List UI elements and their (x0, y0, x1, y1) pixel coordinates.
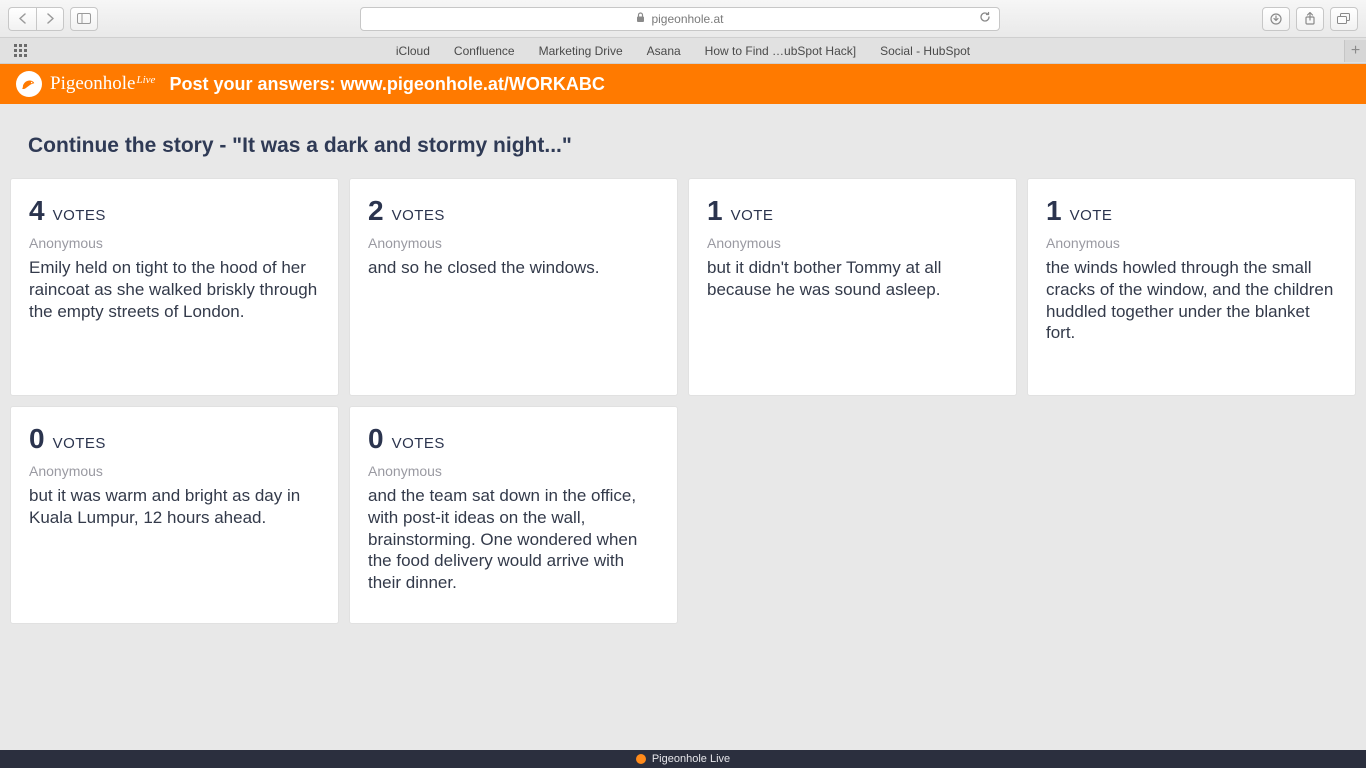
address-bar[interactable]: pigeonhole.at (360, 7, 1000, 31)
nav-buttons (8, 7, 64, 31)
bookmark-item[interactable]: iCloud (396, 44, 430, 58)
answer-card[interactable]: 0 VOTES Anonymous but it was warm and bri… (10, 406, 339, 624)
answer-card[interactable]: 1 VOTE Anonymous the winds howled through… (1027, 178, 1356, 396)
answer-text: and the team sat down in the office, wit… (368, 485, 659, 594)
new-tab-button[interactable]: + (1344, 40, 1366, 62)
brand-logo: Pigeonhole Live (16, 71, 155, 97)
answer-grid: 4 VOTES Anonymous Emily held on tight to … (0, 178, 1366, 624)
forward-button[interactable] (36, 7, 64, 31)
answer-author: Anonymous (1046, 235, 1337, 251)
vote-count: 4 (29, 195, 45, 227)
browser-toolbar: pigeonhole.at (0, 0, 1366, 38)
answer-text: and so he closed the windows. (368, 257, 659, 279)
footer-logo-icon (636, 754, 646, 764)
brand-suffix: Live (137, 74, 156, 86)
vote-label: VOTE (731, 207, 774, 224)
lock-icon (636, 12, 645, 26)
tabs-button[interactable] (1330, 7, 1358, 31)
vote-label: VOTES (53, 207, 106, 224)
answer-card[interactable]: 1 VOTE Anonymous but it didn't bother Tom… (688, 178, 1017, 396)
footer-bar: Pigeonhole Live (0, 750, 1366, 768)
answer-author: Anonymous (368, 463, 659, 479)
vote-count: 1 (1046, 195, 1062, 227)
downloads-button[interactable] (1262, 7, 1290, 31)
vote-label: VOTE (1070, 207, 1113, 224)
answer-card[interactable]: 2 VOTES Anonymous and so he closed the wi… (349, 178, 678, 396)
header-message: Post your answers: www.pigeonhole.at/WOR… (169, 74, 604, 95)
address-url: pigeonhole.at (651, 12, 723, 26)
vote-label: VOTES (392, 435, 445, 452)
bookmark-item[interactable]: Social - HubSpot (880, 44, 970, 58)
answer-author: Anonymous (707, 235, 998, 251)
vote-count: 0 (29, 423, 45, 455)
bookmark-links: iCloud Confluence Marketing Drive Asana … (396, 44, 970, 58)
reload-icon[interactable] (979, 11, 991, 26)
vote-count: 2 (368, 195, 384, 227)
bookmark-item[interactable]: Marketing Drive (539, 44, 623, 58)
favorites-grid-icon[interactable] (14, 44, 28, 58)
answer-author: Anonymous (368, 235, 659, 251)
sidebar-toggle-button[interactable] (70, 7, 98, 31)
answer-card[interactable]: 4 VOTES Anonymous Emily held on tight to … (10, 178, 339, 396)
brand-name: Pigeonhole (50, 73, 136, 95)
bookmark-item[interactable]: Confluence (454, 44, 515, 58)
vote-count: 1 (707, 195, 723, 227)
vote-label: VOTES (53, 435, 106, 452)
answer-author: Anonymous (29, 463, 320, 479)
question-title: Continue the story - "It was a dark and … (0, 104, 1366, 178)
answer-text: but it didn't bother Tommy at all becaus… (707, 257, 998, 301)
toolbar-right (1262, 7, 1358, 31)
footer-label: Pigeonhole Live (652, 753, 730, 765)
answer-text: but it was warm and bright as day in Kua… (29, 485, 320, 529)
answer-card[interactable]: 0 VOTES Anonymous and the team sat down i… (349, 406, 678, 624)
bookmarks-bar: iCloud Confluence Marketing Drive Asana … (0, 38, 1366, 64)
vote-count: 0 (368, 423, 384, 455)
vote-label: VOTES (392, 207, 445, 224)
answer-text: Emily held on tight to the hood of her r… (29, 257, 320, 322)
answer-author: Anonymous (29, 235, 320, 251)
app-header: Pigeonhole Live Post your answers: www.p… (0, 64, 1366, 104)
answer-text: the winds howled through the small crack… (1046, 257, 1337, 344)
bird-icon (16, 71, 42, 97)
back-button[interactable] (8, 7, 36, 31)
share-button[interactable] (1296, 7, 1324, 31)
bookmark-item[interactable]: How to Find …ubSpot Hack] (705, 44, 856, 58)
bookmark-item[interactable]: Asana (647, 44, 681, 58)
